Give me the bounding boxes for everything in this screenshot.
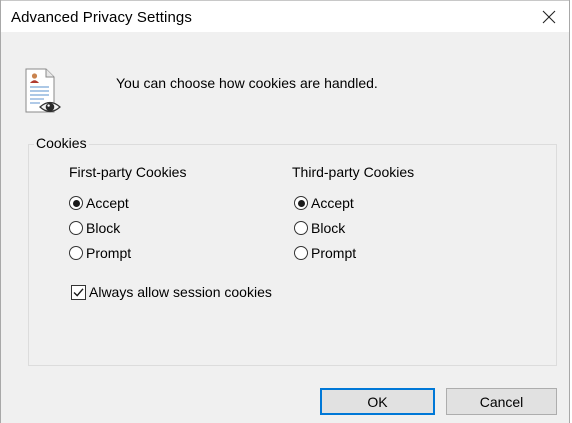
- radio-indicator: [69, 196, 83, 210]
- close-icon: [542, 10, 556, 24]
- privacy-document-eye-icon: [25, 68, 61, 113]
- third-party-prompt-radio[interactable]: Prompt: [294, 243, 356, 263]
- first-party-prompt-radio[interactable]: Prompt: [69, 243, 131, 263]
- third-party-heading: Third-party Cookies: [292, 164, 415, 180]
- third-party-block-radio[interactable]: Block: [294, 218, 345, 238]
- session-cookies-checkbox[interactable]: Always allow session cookies: [71, 282, 272, 302]
- first-party-accept-label: Accept: [86, 195, 129, 211]
- checkmark-icon: [73, 287, 84, 297]
- third-party-block-label: Block: [311, 220, 346, 236]
- first-party-prompt-label: Prompt: [86, 245, 132, 261]
- first-party-heading: First-party Cookies: [69, 164, 187, 180]
- window-title: Advanced Privacy Settings: [11, 9, 192, 26]
- intro-text: You can choose how cookies are handled.: [116, 75, 378, 91]
- first-party-block-radio[interactable]: Block: [69, 218, 120, 238]
- close-button[interactable]: [529, 1, 569, 32]
- advanced-privacy-dialog: Advanced Privacy Settings You can choose…: [0, 0, 570, 423]
- title-bar[interactable]: Advanced Privacy Settings: [1, 0, 569, 32]
- third-party-prompt-label: Prompt: [311, 245, 357, 261]
- first-party-block-label: Block: [86, 220, 121, 236]
- checkbox-indicator: [71, 284, 86, 300]
- session-cookies-label: Always allow session cookies: [89, 284, 272, 300]
- radio-indicator: [69, 221, 83, 235]
- radio-indicator: [294, 246, 308, 260]
- third-party-accept-label: Accept: [311, 195, 354, 211]
- cancel-button[interactable]: Cancel: [446, 388, 557, 415]
- third-party-accept-radio[interactable]: Accept: [294, 193, 354, 213]
- radio-indicator: [294, 196, 308, 210]
- cookies-group-label: Cookies: [34, 135, 89, 151]
- ok-button[interactable]: OK: [320, 388, 435, 415]
- radio-indicator: [69, 246, 83, 260]
- first-party-accept-radio[interactable]: Accept: [69, 193, 129, 213]
- radio-indicator: [294, 221, 308, 235]
